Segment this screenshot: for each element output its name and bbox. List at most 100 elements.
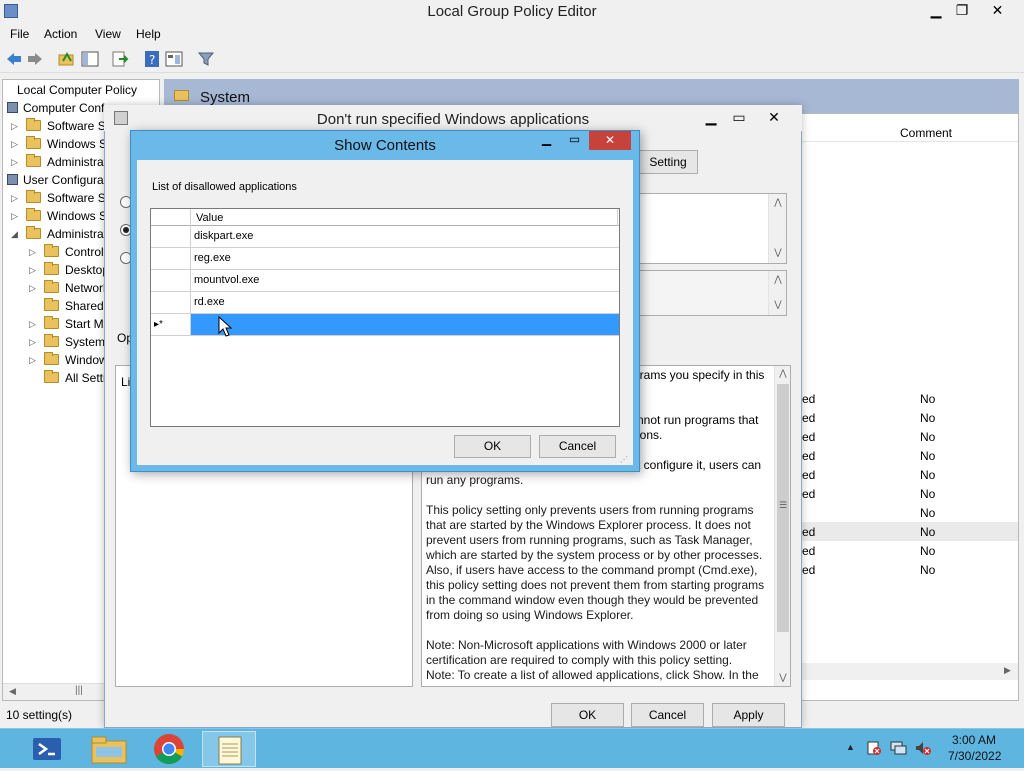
help-paragraph-3: Note: To create a list of allowed applic… — [426, 668, 759, 682]
menu-action[interactable]: Action — [44, 27, 77, 41]
chrome-taskbar-button[interactable] — [142, 731, 196, 767]
resize-grip-icon[interactable]: ⋰ — [620, 455, 628, 464]
policy-cancel-button[interactable]: Cancel — [631, 703, 704, 727]
collapsed-arrow-icon[interactable]: ▷ — [29, 247, 36, 258]
list-item[interactable]: ed No — [800, 427, 1018, 446]
value-cell[interactable]: diskpart.exe — [191, 226, 619, 248]
disallowed-list-label: List of disallowed applications — [152, 181, 297, 193]
scroll-down-icon[interactable]: ⋁ — [771, 299, 785, 310]
table-row[interactable]: reg.exe — [151, 248, 619, 270]
clock-time[interactable]: 3:00 AM — [952, 733, 996, 747]
scroll-down-icon[interactable]: ⋁ — [776, 672, 790, 683]
list-item[interactable]: ed No — [800, 446, 1018, 465]
collapsed-arrow-icon[interactable]: ▷ — [11, 211, 18, 222]
collapsed-arrow-icon[interactable]: ▷ — [29, 355, 36, 366]
value-column-header[interactable]: Value — [196, 212, 223, 224]
sc-maximize-button[interactable]: ▭ — [561, 131, 588, 150]
value-cell[interactable]: mountvol.exe — [191, 270, 619, 292]
sc-minimize-button[interactable]: ▁ — [533, 131, 560, 150]
list-item[interactable]: ed No — [800, 389, 1018, 408]
volume-muted-icon[interactable] — [914, 740, 932, 756]
sc-close-button[interactable]: ✕ — [589, 131, 631, 150]
list-item[interactable]: ed No — [800, 560, 1018, 579]
close-icon: ✕ — [604, 133, 616, 147]
minimize-button[interactable]: ▁ — [921, 0, 951, 22]
list-item[interactable]: ed No — [800, 522, 1018, 541]
collapsed-arrow-icon[interactable]: ▷ — [29, 319, 36, 330]
powershell-taskbar-button[interactable] — [20, 731, 74, 767]
show-hide-tree-icon[interactable] — [81, 50, 99, 68]
tree-item[interactable]: Local Computer Policy — [3, 81, 159, 99]
collapsed-arrow-icon[interactable]: ▷ — [11, 157, 18, 168]
help-fragment-1: nnot run programs that — [637, 413, 759, 427]
collapsed-arrow-icon[interactable]: ▷ — [11, 193, 18, 204]
properties-icon[interactable] — [165, 50, 183, 68]
policy-close-button[interactable]: ✕ — [753, 107, 795, 129]
list-item[interactable]: ed No — [800, 484, 1018, 503]
notepad-taskbar-button[interactable] — [202, 731, 256, 767]
network-icon[interactable] — [890, 740, 908, 756]
supported-on-scrollbar[interactable]: ⋀ ⋁ — [768, 271, 786, 315]
scroll-right-icon[interactable]: ▶ — [1004, 665, 1011, 676]
clock-date[interactable]: 7/30/2022 — [948, 749, 1001, 763]
comment-scrollbar[interactable]: ⋀ ⋁ — [768, 194, 786, 263]
forward-arrow-icon[interactable] — [26, 50, 44, 68]
scroll-up-icon[interactable]: ⋀ — [776, 368, 790, 379]
scroll-thumb-grip-icon[interactable]: ||| — [75, 685, 83, 696]
table-row[interactable]: mountvol.exe — [151, 270, 619, 292]
help-scrollbar[interactable]: ⋀ ☰ ⋁ — [774, 366, 790, 686]
collapsed-arrow-icon[interactable]: ▷ — [29, 283, 36, 294]
menu-view[interactable]: View — [95, 27, 121, 41]
policy-ok-button[interactable]: OK — [551, 703, 624, 727]
menu-file[interactable]: File — [10, 27, 29, 41]
row-header[interactable] — [151, 226, 191, 248]
row-header[interactable] — [151, 270, 191, 292]
export-list-icon[interactable] — [111, 50, 129, 68]
folder-icon — [44, 280, 59, 293]
collapsed-arrow-icon[interactable]: ▷ — [11, 139, 18, 150]
table-row[interactable]: rd.exe — [151, 292, 619, 314]
scroll-left-icon[interactable]: ◀ — [9, 686, 16, 697]
sc-ok-button[interactable]: OK — [454, 435, 531, 458]
collapsed-arrow-icon[interactable]: ▷ — [29, 337, 36, 348]
grid-corner[interactable] — [151, 209, 191, 226]
action-center-icon[interactable] — [866, 740, 882, 756]
filter-icon[interactable] — [197, 50, 215, 68]
policy-maximize-button[interactable]: ▭ — [728, 107, 750, 129]
close-button[interactable]: ✕ — [975, 0, 1020, 22]
scroll-up-icon[interactable]: ⋀ — [771, 274, 785, 285]
list-item[interactable]: ed No — [800, 541, 1018, 560]
row-header[interactable] — [151, 292, 191, 314]
menu-help[interactable]: Help — [136, 27, 161, 41]
collapsed-arrow-icon[interactable]: ▷ — [29, 265, 36, 276]
scroll-down-icon[interactable]: ⋁ — [771, 247, 785, 258]
supported-on-textbox[interactable] — [630, 270, 787, 316]
scroll-up-icon[interactable]: ⋀ — [771, 197, 785, 208]
comment-textbox[interactable] — [630, 193, 787, 264]
value-cell[interactable]: rd.exe — [191, 292, 619, 314]
list-item[interactable]: ed No — [800, 408, 1018, 427]
list-item[interactable]: ed No — [800, 465, 1018, 484]
list-horizontal-scrollbar[interactable]: ▶ — [800, 663, 1018, 680]
row-header[interactable] — [151, 248, 191, 270]
policy-minimize-button[interactable]: ▁ — [698, 107, 724, 129]
help-icon[interactable]: ? — [143, 50, 161, 68]
new-value-cell[interactable] — [191, 314, 619, 336]
policy-apply-label: Apply — [733, 708, 764, 722]
up-folder-icon[interactable] — [57, 50, 75, 68]
show-hidden-icons-icon[interactable]: ▲ — [846, 742, 855, 752]
collapsed-arrow-icon[interactable]: ▷ — [11, 121, 18, 132]
new-row-header[interactable]: ▸* — [151, 314, 191, 336]
file-explorer-taskbar-button[interactable] — [82, 731, 136, 767]
setting-state: ed — [802, 411, 816, 425]
expanded-arrow-icon[interactable]: ◢ — [11, 229, 18, 240]
column-header[interactable]: Comment — [800, 124, 1018, 142]
value-cell[interactable]: reg.exe — [191, 248, 619, 270]
comment-column-header[interactable]: Comment — [900, 126, 952, 140]
sc-cancel-button[interactable]: Cancel — [539, 435, 616, 458]
restore-button[interactable]: ❐ — [951, 0, 973, 22]
back-arrow-icon[interactable] — [5, 50, 23, 68]
list-item[interactable]: No — [800, 503, 1018, 522]
table-row[interactable]: diskpart.exe — [151, 226, 619, 248]
policy-apply-button[interactable]: Apply — [712, 703, 785, 727]
